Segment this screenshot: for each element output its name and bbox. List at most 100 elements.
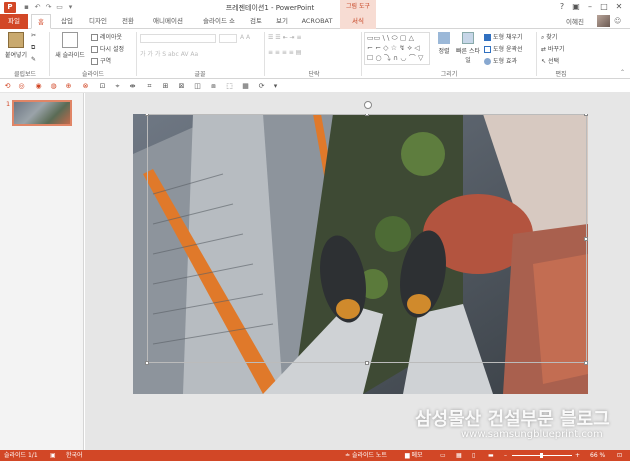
select-button[interactable]: ↖ 선택: [541, 56, 559, 65]
resize-handle[interactable]: [145, 361, 149, 365]
bullets-icon[interactable]: ☰ ☰ ⇤ ⇥ ≡: [268, 34, 301, 41]
format-painter-icon[interactable]: ✎: [31, 56, 36, 63]
shape-fill-button[interactable]: 도형 채우기: [484, 32, 523, 41]
shape-effects-button[interactable]: 도형 효과: [484, 56, 517, 65]
align-icons[interactable]: ≡ ≡ ≡ ≡ ▤: [268, 49, 301, 56]
zoom-in-icon[interactable]: +: [575, 450, 580, 461]
zoom-level[interactable]: 66 %: [590, 450, 605, 461]
slide-sorter-icon[interactable]: ▦: [456, 450, 462, 461]
fit-slide-icon[interactable]: ⊡: [617, 450, 622, 461]
zoom-out-icon[interactable]: –: [504, 450, 507, 461]
tab-transitions[interactable]: 전환: [117, 14, 139, 29]
replace-label: 바꾸기: [547, 46, 565, 53]
tool-icon[interactable]: ⧈: [209, 82, 218, 90]
tab-review[interactable]: 검토: [245, 14, 267, 29]
tool-icon[interactable]: ▾: [271, 82, 280, 90]
outline-icon: [484, 46, 491, 53]
tab-file[interactable]: 파일: [0, 14, 28, 29]
normal-view-icon[interactable]: ▭: [440, 450, 446, 461]
help-button[interactable]: ?: [556, 2, 568, 11]
find-button[interactable]: ⌕ 찾기: [541, 32, 557, 42]
tool-icon[interactable]: ⊕: [64, 82, 73, 90]
tab-animations[interactable]: 애니메이션: [145, 14, 191, 29]
reset-button[interactable]: 다시 설정: [91, 44, 124, 53]
redo-icon[interactable]: ↷: [44, 3, 53, 11]
maximize-icon[interactable]: □: [598, 2, 610, 11]
shape-outline-button[interactable]: 도형 윤곽선: [484, 44, 523, 53]
paste-button[interactable]: 붙여넣기: [3, 32, 29, 59]
slide-thumbnail[interactable]: [12, 100, 72, 126]
separator: [536, 32, 537, 76]
zoom-slider-thumb[interactable]: [540, 453, 543, 458]
tool-icon[interactable]: ⟳: [257, 82, 266, 90]
tool-icon[interactable]: ⊡: [98, 82, 107, 90]
font-style-buttons[interactable]: 가 가 가 S abc AV Aa: [140, 49, 198, 58]
font-size-dropdown[interactable]: [219, 34, 237, 43]
shapes-gallery[interactable]: ▭▭ \ \ ⬭ ▢ △ ⌐ ⌐ ◇ ☆ ↯ ⟡ ◁ ☐ ○ ⤵ ∩ ◡ ⌒ ▽: [364, 32, 430, 65]
comments-button[interactable]: ▆ 메모: [405, 450, 423, 461]
replace-button[interactable]: ⇄ 바꾸기: [541, 44, 565, 53]
tab-acrobat[interactable]: ACROBAT: [298, 14, 336, 29]
tool-icon[interactable]: ◍: [49, 82, 58, 90]
undo-icon[interactable]: ↶: [33, 3, 42, 11]
resize-handle[interactable]: [145, 114, 149, 116]
resize-handle[interactable]: [584, 114, 588, 116]
slide-photo[interactable]: [133, 114, 588, 394]
slideshow-view-icon[interactable]: ▬: [488, 450, 494, 461]
tool-icon[interactable]: ⇼: [128, 82, 137, 90]
rotate-handle-icon[interactable]: [364, 101, 372, 109]
tab-slideshow[interactable]: 슬라이드 쇼: [196, 14, 242, 29]
editing-group-label: 편집: [555, 71, 567, 78]
selection-frame[interactable]: [147, 114, 587, 363]
tool-icon[interactable]: ⊠: [177, 82, 186, 90]
language-indicator[interactable]: 한국어: [66, 450, 83, 461]
tab-view[interactable]: 보기: [271, 14, 293, 29]
tab-insert[interactable]: 삽입: [56, 14, 78, 29]
quick-styles-button[interactable]: 빠른 스타일: [456, 32, 480, 64]
tool-icon[interactable]: ⟲: [3, 82, 12, 90]
find-label: 찾기: [546, 34, 558, 41]
resize-handle[interactable]: [365, 114, 369, 116]
close-icon[interactable]: ✕: [613, 2, 625, 11]
notes-button[interactable]: ≐ 슬라이드 노트: [345, 450, 387, 461]
save-icon[interactable]: ▪: [22, 3, 31, 11]
customize-qat-icon[interactable]: ▾: [66, 3, 75, 11]
tool-icon[interactable]: ◫: [193, 82, 202, 90]
grow-font-icon[interactable]: A A: [240, 34, 250, 41]
tool-icon[interactable]: ⌖: [113, 82, 122, 90]
cut-icon[interactable]: ✂: [31, 32, 36, 39]
font-name-dropdown[interactable]: [140, 34, 216, 43]
tab-home[interactable]: 홈: [31, 14, 51, 29]
user-name[interactable]: 이혜진: [566, 16, 584, 26]
tool-icon[interactable]: ⊞: [161, 82, 170, 90]
ribbon-display-options-icon[interactable]: ▣: [570, 2, 582, 11]
tool-icon[interactable]: ◉: [34, 82, 43, 90]
spellcheck-icon[interactable]: ▣: [50, 450, 56, 461]
arrange-icon: [438, 32, 450, 44]
resize-handle[interactable]: [584, 237, 588, 241]
tool-icon[interactable]: ⌗: [145, 82, 154, 90]
tool-icon[interactable]: ⊗: [81, 82, 90, 90]
tab-design[interactable]: 디자인: [84, 14, 112, 29]
collapse-ribbon-icon[interactable]: ⌃: [620, 69, 625, 76]
arrange-button[interactable]: 정렬: [433, 32, 455, 55]
new-slide-button[interactable]: 새 슬라이드: [52, 32, 88, 59]
tool-icon[interactable]: ◎: [17, 82, 26, 90]
slideshow-icon[interactable]: ▭: [55, 3, 64, 11]
tool-icon[interactable]: ⬚: [225, 82, 234, 90]
slide-number: 1: [6, 100, 11, 108]
resize-handle[interactable]: [365, 361, 369, 365]
minimize-icon[interactable]: –: [584, 2, 596, 11]
resize-handle[interactable]: [584, 361, 588, 365]
new-slide-label: 새 슬라이드: [55, 52, 85, 59]
section-button[interactable]: 구역: [91, 56, 111, 65]
reading-view-icon[interactable]: ▯: [472, 450, 475, 461]
layout-button[interactable]: 레이아웃: [91, 32, 122, 41]
tool-icon[interactable]: ▦: [241, 82, 250, 90]
separator: [361, 32, 362, 76]
avatar[interactable]: [597, 15, 610, 27]
copy-icon[interactable]: ⧉: [31, 44, 35, 52]
tab-format[interactable]: 서식: [340, 14, 376, 29]
select-label: 선택: [547, 58, 559, 65]
smiley-feedback-icon[interactable]: ☺: [614, 17, 621, 25]
